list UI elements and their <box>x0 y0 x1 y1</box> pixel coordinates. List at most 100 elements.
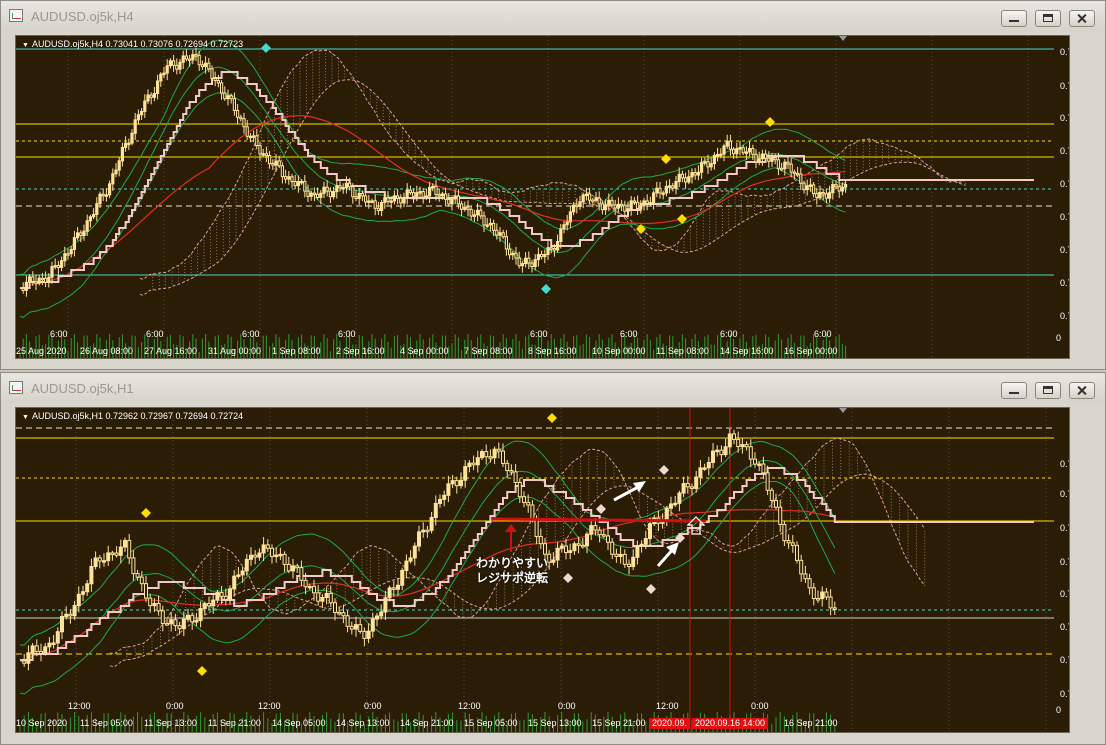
candle-body <box>333 602 337 613</box>
candle-body <box>538 536 543 545</box>
candle-body <box>715 449 720 453</box>
candle-body <box>748 446 753 460</box>
candle-body <box>643 538 648 545</box>
candle-body <box>79 232 83 237</box>
candle-body <box>168 60 173 67</box>
candle-body <box>140 110 144 116</box>
window-titlebar[interactable]: AUDUSD.oj5k,H1 <box>1 373 1105 403</box>
candle-body <box>412 192 416 197</box>
candle-body <box>244 558 249 572</box>
window-title: AUDUSD.oj5k,H4 <box>31 9 134 24</box>
candle-body <box>156 80 160 95</box>
session-label: 0:00 <box>558 701 576 711</box>
candle-body <box>389 200 393 203</box>
candle-body <box>450 480 455 485</box>
candle-body <box>757 463 762 466</box>
candle-body <box>312 192 316 196</box>
chart-canvas[interactable] <box>16 36 1070 359</box>
candle-body <box>261 153 265 156</box>
candle-body <box>316 592 321 602</box>
candle-body <box>68 613 73 617</box>
time-axis-label: 7 Sep 08:00 <box>464 346 513 356</box>
candle-body <box>480 451 484 459</box>
candle-body <box>282 553 287 565</box>
session-label: 6:00 <box>146 329 164 339</box>
candle-body <box>367 200 371 203</box>
candle-body <box>572 543 577 552</box>
minimize-icon <box>1009 386 1019 394</box>
chart-window-h4: AUDUSD.oj5k,H4 ▼ AUDUSD.oj5k,H4 0.73041 0… <box>0 0 1106 370</box>
candle-body <box>197 54 201 66</box>
candle-body <box>85 220 89 232</box>
candle-body <box>467 462 472 468</box>
candle-body <box>773 157 777 161</box>
session-label: 12:00 <box>68 701 91 711</box>
candle-body <box>799 173 803 184</box>
candle-body <box>44 277 48 283</box>
candle-body <box>93 557 98 567</box>
candle-body <box>454 480 459 487</box>
candle-body <box>832 607 837 610</box>
time-axis-label: 26 Aug 08:00 <box>80 346 134 356</box>
close-button[interactable] <box>1069 10 1095 27</box>
time-axis-label: 11 Sep 08:00 <box>656 346 709 356</box>
candle-body <box>450 198 454 205</box>
axis-corner-label: 0 <box>1056 705 1062 715</box>
candle-body <box>354 624 358 630</box>
candle-body <box>514 252 518 259</box>
candle-body <box>408 557 413 562</box>
minimize-button[interactable] <box>1001 382 1027 399</box>
candle-body <box>591 199 595 203</box>
candle-body <box>375 615 379 620</box>
candle-body <box>551 559 556 563</box>
shift-marker-icon <box>839 36 847 41</box>
time-axis-label: 10 Sep 2020 <box>16 718 68 728</box>
candle-body <box>681 483 686 494</box>
candle-body <box>639 543 644 547</box>
minimize-button[interactable] <box>1001 10 1027 27</box>
candle-body <box>229 95 233 100</box>
candle-body <box>471 462 476 466</box>
candle-body <box>63 253 67 262</box>
candle-body <box>820 591 825 600</box>
time-axis-label: 11 Sep 21:00 <box>208 718 261 728</box>
candle-body <box>568 550 573 554</box>
kijun-line <box>20 71 1034 289</box>
maximize-button[interactable] <box>1035 10 1061 27</box>
candle-body <box>21 287 25 291</box>
candle-body <box>803 573 808 580</box>
candle-body <box>358 624 363 632</box>
candle-body <box>600 203 604 211</box>
window-titlebar[interactable]: AUDUSD.oj5k,H4 <box>1 1 1105 31</box>
time-axis-label: 14 Sep 13:00 <box>336 718 390 728</box>
price-chart-h1[interactable]: ▼ AUDUSD.oj5k,H1 0.72962 0.72967 0.72694 … <box>15 407 1070 733</box>
candle-body <box>303 180 307 192</box>
candle-body <box>34 280 38 284</box>
candle-body <box>559 545 564 549</box>
price-chart-h4[interactable]: ▼ AUDUSD.oj5k,H4 0.73041 0.73076 0.72694 … <box>15 35 1070 359</box>
candle-body <box>698 467 703 478</box>
close-button[interactable] <box>1069 382 1095 399</box>
candle-body <box>248 135 253 139</box>
candle-body <box>559 228 563 243</box>
candle-body <box>459 479 463 487</box>
candle-body <box>812 184 816 194</box>
candle-body <box>56 265 60 268</box>
candle-body <box>444 193 448 200</box>
candle-body <box>834 184 838 188</box>
candle-body <box>181 55 185 63</box>
candle-body <box>200 64 205 68</box>
candle-body <box>404 560 409 571</box>
candle-body <box>453 195 457 200</box>
candle-body <box>623 204 627 212</box>
candle-body <box>639 205 643 209</box>
candle-body <box>51 642 56 645</box>
candle-body <box>239 116 243 120</box>
candle-body <box>408 189 412 194</box>
candle-body <box>723 446 728 456</box>
session-label: 0:00 <box>751 701 769 711</box>
price-scale-label: 0.73300 <box>1060 459 1069 469</box>
diamond-marker-icon <box>541 284 551 294</box>
candle-body <box>796 172 800 176</box>
maximize-button[interactable] <box>1035 382 1061 399</box>
